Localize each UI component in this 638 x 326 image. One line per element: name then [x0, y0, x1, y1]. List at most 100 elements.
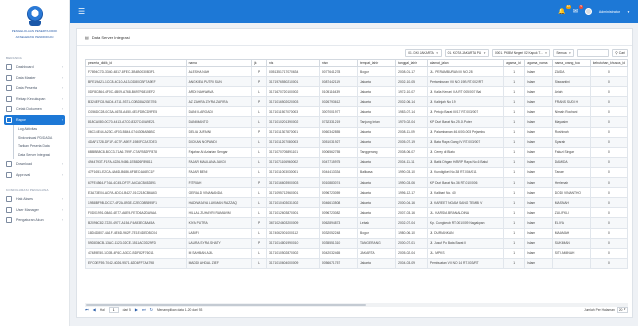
table-row[interactable]: F0D01991-08A0-4E77-A6E9-FE7D6A2DA9AA HILL… [85, 207, 628, 219]
table-cell-nis: 3171011003030001 [266, 166, 320, 179]
column-header-nama_orang_tua[interactable]: nama_orang_tua [551, 59, 591, 67]
sidebar-item-approval[interactable]: Approval › [0, 170, 69, 181]
table-row[interactable]: 59D836CB-13AC-1123-02CE-1511AC0D29FD LAUR… [85, 237, 628, 249]
per-page-select[interactable]: 20 ▼ [616, 306, 628, 313]
table-row[interactable]: 06C14E44-A23C-4F03-B844-0744305AB6BC DELI… [85, 126, 628, 138]
table-cell-nama: FITRIAH [185, 177, 253, 189]
column-header-alamat_jalan[interactable]: alamat_jalan [426, 59, 505, 67]
table-cell-peserta_didik_id: 19B8BF9B-DCC7-4F2A-893E-C2EC08B595F1 [85, 197, 187, 209]
table-cell-kebutuhan_khusus_id: 0 [589, 65, 628, 78]
table-cell-nama_orang_tua: Siswantini [551, 76, 591, 88]
users-icon [6, 85, 12, 92]
column-header-kebutuhan_khusus_id[interactable]: kebutuhan_khusus_id [589, 59, 628, 67]
table-cell-agama_nama: Islam [524, 207, 553, 219]
table-cell-agama_id: 1 [503, 237, 526, 249]
column-header-nama[interactable]: nama [185, 59, 253, 67]
table-cell-tanggal_lahir: 1972-10-07 [395, 86, 428, 98]
column-header-agama_nama[interactable]: agama_nama [524, 59, 553, 67]
chevron-down-icon: ▼ [623, 308, 626, 311]
table-cell-nama: GERALD VINANANDA [185, 187, 253, 199]
table-cell-nis: 3171016502020003 [266, 96, 320, 108]
column-header-tanggal_lahir[interactable]: tanggal_lahir [395, 59, 428, 67]
table-row[interactable]: 67FE4564-F74A-4C45-DF7F-A4CACB452891 FITR… [85, 177, 628, 189]
prev-page-icon[interactable]: ◀ [93, 307, 96, 312]
table-row[interactable]: E3A73E04-ACFA-4DC4-B427-01C218CB6A63 GERA… [85, 187, 628, 199]
table-row[interactable]: 47489E50-1C0B-4F6C-A3CC-BDF82F76011 M SAH… [85, 247, 628, 259]
table-cell-peserta_didik_id: F7894C7D-3340-4817-8FEC-3B4B0030B3F1 [85, 65, 187, 78]
table-row[interactable]: 4DAF1728-DF1F-4C7F-A9EF-1980FC2A7DE3 DICK… [85, 136, 628, 148]
table-cell-agama_id: 1 [503, 207, 526, 219]
table-cell-nama: DICKAN NOPANDI [185, 136, 253, 148]
table-row[interactable]: 0DF8C864-4F0C-4B09-A768-B697F6810EF2 ARDI… [85, 86, 628, 98]
notification-bell-icon[interactable]: 🔔 12 [558, 5, 571, 15]
status-select[interactable]: Semua ▼ [553, 48, 575, 57]
sidebar-subitem-tarikan-peserta-data[interactable]: Tarikan Peserta Data [0, 142, 69, 151]
table-row[interactable]: B2096C82-7220-4977-A154-F4A93EC8A45A KIYA… [85, 217, 628, 229]
table-cell-nama_orang_tua: Roshinah [551, 126, 591, 138]
table-row[interactable]: B324EFC8-9AD4-4711-9371-C0BD8A2GE7E6 AZ Z… [85, 96, 628, 108]
column-header-jk[interactable]: jk [251, 59, 267, 67]
table-cell-alamat_jalan: Pertamburan VII NO 19B RT.002/RT [426, 76, 505, 88]
table-row[interactable]: 818CA080-0C70-4413-A7C0-8327C40A9E21 DANI… [85, 116, 628, 128]
city-select[interactable]: 01. KOTA JAKARTA PU ▼ [444, 48, 490, 57]
table-row[interactable]: 6BBBB8C8-BCC3-71A6-799F-C7AFB52FF878 Faja… [85, 146, 628, 158]
sidebar-item-data-peserta[interactable]: Data Peserta › [0, 83, 69, 94]
sidebar-subitem-data-server-integrasi[interactable]: Data Server Integrasi [0, 150, 69, 160]
nav-item-label: Approval [16, 172, 31, 177]
last-page-icon[interactable]: ⏭ [142, 307, 146, 312]
column-header-peserta_didik_id[interactable]: peserta_didik_id [85, 59, 187, 67]
table-cell-nisn: 0035551310 [318, 237, 359, 249]
table-cell-nama_orang_tua: DODI VINANTHO [551, 187, 591, 199]
table-cell-tanggal_lahir: 2008-01-17 [395, 65, 428, 78]
table-cell-tempat_lahir: TANGERANG [357, 237, 397, 249]
table-cell-nama: ALESHA NAH [185, 65, 253, 78]
table-cell-alamat_jalan: Jl. Kalia Kenari II A RT 005/007 Bal [426, 86, 505, 98]
table-cell-nisn: 0032052248 [318, 227, 359, 239]
next-page-icon[interactable]: ▶ [135, 307, 138, 312]
table-cell-tempat_lahir: Tanjung Intan [357, 116, 397, 128]
sidebar-item-data-master[interactable]: Data Master › [0, 73, 69, 84]
message-icon[interactable]: ✉ 5 [573, 5, 583, 15]
table-cell-tanggal_lahir: 1980-06-10 [395, 227, 428, 239]
table-cell-nama_orang_tua: ELIYA [551, 217, 591, 229]
table-row[interactable]: C056DC28-0C3A-4678-A450-4E1FDBCD9FE5 DANI… [85, 106, 628, 118]
sidebar-item-rapor[interactable]: Rapor › [4, 114, 65, 125]
table-cell-nama_orang_tua: Faluzi Singar [551, 146, 591, 158]
sidebar-item-pengaturan-akun[interactable]: Pengaturan Akun › [0, 215, 69, 226]
sidebar-subitem-log-aktivitas[interactable]: Log Aktivitas [0, 125, 69, 134]
user-icon [6, 206, 12, 213]
province-select[interactable]: 01. DKI JAKARTA ▼ [405, 48, 442, 57]
table-row[interactable]: EFC0EF59-7042-4026-9571-62D6FF7A4798 MADD… [85, 257, 628, 269]
page-number-input[interactable] [108, 306, 119, 313]
menu-toggle-icon[interactable]: ☰ [78, 7, 85, 16]
table-row[interactable]: BFE19A21-1CC8-4C10-A13-DD80CBF7A9EF ANGKI… [85, 76, 628, 88]
first-page-icon[interactable]: ⏮ [85, 307, 89, 312]
column-header-nis[interactable]: nis [266, 59, 320, 67]
table-row[interactable]: F7894C7D-3340-4817-8FEC-3B4B0030B3F1 ALES… [85, 65, 628, 78]
table-cell-alamat_jalan: Jl. Kalibari No. 40 [426, 187, 505, 199]
avatar[interactable] [584, 8, 592, 15]
sidebar-item-dashboard[interactable]: Dashboard › [0, 62, 69, 73]
username-menu[interactable]: Administrator [599, 10, 620, 14]
chevron-down-icon[interactable]: ▼ [627, 10, 630, 14]
print-icon [6, 106, 12, 113]
column-header-nisn[interactable]: nisn [318, 59, 359, 67]
column-header-tempat_lahir[interactable]: tempat_lahir [357, 59, 397, 67]
table-row[interactable]: 47F1651-E2CA-4A6D-B686-6F8EC4A6EC1F FAJAR… [85, 166, 628, 179]
sidebar-subitem-sinkronisasi-pd-dada[interactable]: Sinkronisasi PD/DADA [0, 133, 69, 143]
sidebar-item-hak-akses[interactable]: Hak Akses › [0, 194, 69, 205]
search-button[interactable]: ⚲ Cari [612, 48, 628, 57]
table-cell-agama_id: 1 [503, 65, 526, 78]
table-row[interactable]: 18D4D807-4A1F-4E6D-962F-7E1E4DEDBC04 LABI… [85, 227, 628, 239]
sidebar-item-user-manager[interactable]: User Manager › [0, 205, 69, 216]
column-header-agama_id[interactable]: agama_id [503, 59, 526, 67]
data-table-container[interactable]: peserta_didik_id nama jk nis nisn tempat_lahi… [85, 59, 628, 302]
refresh-icon[interactable]: ↻ [150, 307, 153, 312]
sidebar-item-cetak-dokumen[interactable]: Cetak Dokumen › [0, 104, 69, 115]
school-select[interactable]: 0001. PKBM Negeri 02 Kapuk T... ▼ [492, 48, 551, 57]
search-input[interactable] [577, 48, 610, 57]
table-row[interactable]: 4944793T-F1FA-4226-9486-1EB826F89811 FAJA… [85, 156, 628, 168]
sidebar-item-download[interactable]: Download › [0, 159, 69, 170]
table-row[interactable]: 19B8BF9B-DCC7-4F2A-893E-C2EC08B595F1 HADI… [85, 197, 628, 209]
sidebar-item-rekap-kecukupan[interactable]: Rekap Kecukupan › [0, 94, 69, 105]
